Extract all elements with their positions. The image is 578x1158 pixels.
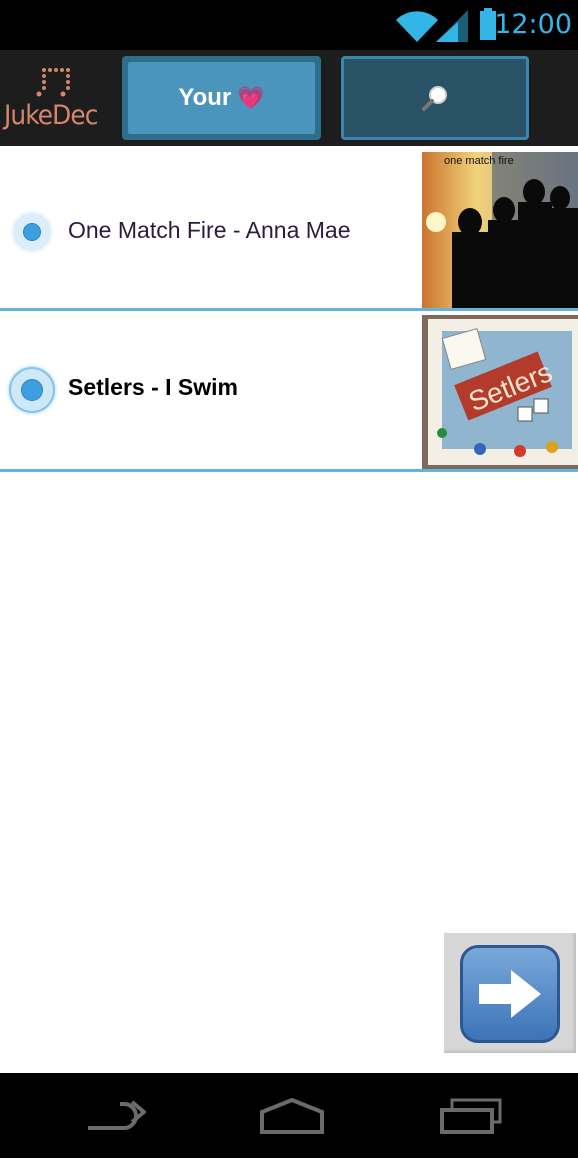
recents-icon (440, 1098, 502, 1134)
home-button[interactable] (252, 1091, 332, 1141)
album-art: Setlers (422, 315, 578, 469)
app-logo: JukeDec (2, 56, 102, 140)
heart-icon: 💗 (237, 85, 265, 110)
signal-icon (436, 10, 468, 42)
song-radio[interactable] (14, 214, 50, 250)
back-icon (88, 1100, 146, 1130)
song-list: One Match Fire - Anna Mae one match fire… (0, 146, 578, 472)
next-button[interactable] (444, 933, 576, 1053)
navigation-bar (0, 1073, 578, 1158)
list-item[interactable]: Setlers - I Swim Setlers (0, 311, 578, 472)
song-title: One Match Fire - Anna Mae (68, 217, 351, 243)
home-icon (260, 1098, 324, 1134)
tab-your-label: Your (178, 84, 232, 111)
song-title: Setlers - I Swim (68, 374, 239, 400)
status-time: 12:00 (494, 9, 572, 40)
status-bar: 12:00 (0, 0, 578, 50)
status-icons (396, 8, 496, 47)
music-note-icon (36, 68, 70, 97)
song-radio[interactable] (9, 367, 55, 413)
list-item[interactable]: One Match Fire - Anna Mae one match fire (0, 146, 578, 311)
album-art-caption: one match fire (444, 155, 514, 167)
tab-search[interactable] (341, 56, 529, 140)
right-arrow-icon (460, 945, 560, 1043)
app-logo-text: JukeDec (4, 100, 98, 131)
back-button[interactable] (74, 1091, 154, 1141)
magnifier-icon (422, 86, 447, 111)
album-art: one match fire (422, 152, 578, 308)
tab-your[interactable]: Your 💗 (122, 56, 321, 140)
wifi-icon (396, 11, 438, 43)
recents-button[interactable] (432, 1091, 512, 1141)
action-bar: JukeDec Your 💗 (0, 50, 578, 146)
